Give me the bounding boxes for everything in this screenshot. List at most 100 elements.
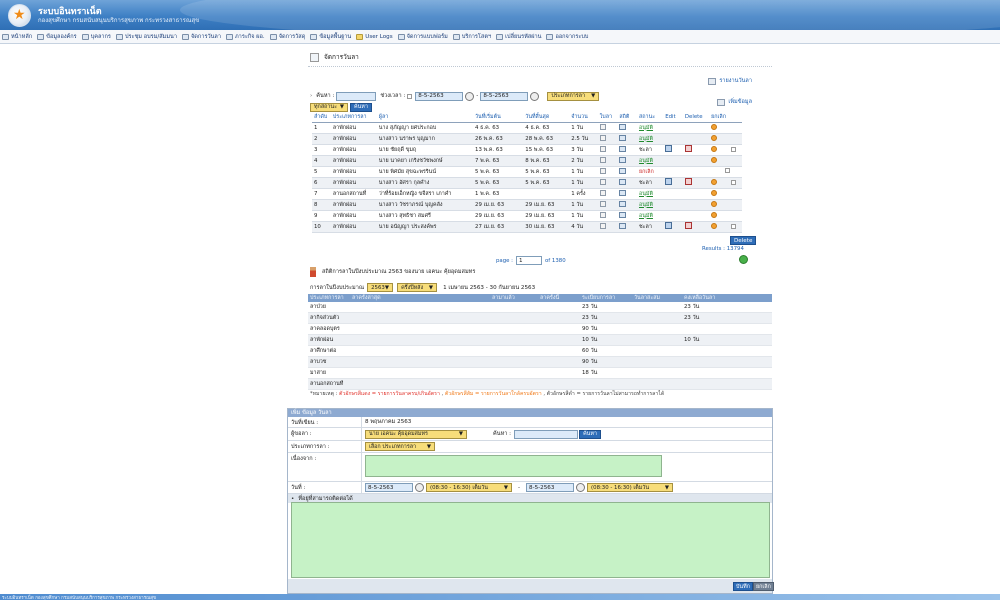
stats-icon[interactable] — [619, 156, 627, 163]
status-badge[interactable]: อนุมัติ — [639, 213, 653, 219]
row-checkbox[interactable] — [731, 179, 737, 185]
document-icon[interactable] — [599, 145, 606, 152]
form-search-button[interactable]: ค้นหา — [579, 429, 601, 439]
period-checkbox[interactable] — [407, 93, 413, 99]
edit-icon[interactable] — [665, 178, 673, 185]
menu-item[interactable]: บุคลากร — [81, 33, 111, 41]
menu-item[interactable]: จัดการแบบฟอร์ม — [397, 33, 448, 41]
menu-item[interactable]: ออกจากระบบ — [546, 33, 588, 41]
document-icon[interactable] — [599, 134, 606, 141]
status-select[interactable]: ทุกสถานะ ▼ — [310, 102, 348, 112]
date-from-input[interactable]: 8-5-2563 — [415, 91, 464, 101]
cancel-icon[interactable] — [711, 200, 718, 207]
column-header[interactable]: ใบลา — [597, 113, 618, 123]
column-header[interactable]: Delete — [682, 113, 710, 123]
save-button[interactable]: บันทึก — [733, 582, 753, 591]
document-icon[interactable] — [599, 123, 606, 130]
document-icon[interactable] — [599, 222, 606, 229]
menu-item[interactable]: เปลี่ยนรหัสผ่าน — [496, 33, 541, 41]
menu-item[interactable]: ประชุม อบรม/สัมมนา — [115, 33, 177, 41]
stats-icon[interactable] — [619, 200, 627, 207]
menu-item[interactable]: ข้อมูลพื้นฐาน — [310, 33, 351, 41]
date-to-input[interactable]: 8-5-2563 — [480, 91, 529, 101]
leaver-select[interactable]: นาย เอคนะ คุ้ยอุดมสมทร ▼ — [365, 429, 467, 439]
cancel-icon[interactable] — [711, 156, 718, 163]
menu-item[interactable]: หน้าหลัก — [2, 33, 32, 41]
document-icon[interactable] — [599, 189, 606, 196]
status-badge[interactable]: อนุมัติ — [639, 125, 653, 131]
form-date-from-input[interactable]: 8-5-2563 — [365, 483, 413, 492]
document-icon[interactable] — [599, 178, 606, 185]
to-time-select[interactable]: (08:30 - 16:30) เต็มวัน ▼ — [587, 483, 674, 492]
status-badge[interactable]: อนุมัติ — [639, 158, 653, 164]
refresh-icon[interactable] — [739, 255, 748, 264]
cancel-icon[interactable] — [711, 189, 718, 196]
page-input[interactable]: 1 — [516, 256, 542, 265]
form-leave-type-select[interactable]: เลือก ประเภทการลา ▼ — [365, 442, 435, 451]
stats-icon[interactable] — [619, 178, 627, 185]
contact-textarea[interactable] — [291, 502, 770, 578]
report-link[interactable]: รายงานวันลา — [708, 77, 752, 85]
cancel-icon[interactable] — [711, 222, 718, 229]
edit-icon[interactable] — [665, 145, 673, 152]
reason-textarea[interactable] — [365, 455, 662, 477]
column-header[interactable]: ผู้ลา — [376, 113, 474, 123]
stats-icon[interactable] — [619, 211, 627, 218]
column-header[interactable]: วันที่สิ้นสุด — [523, 113, 570, 123]
menu-item[interactable]: ภาระกิจ ผอ. — [226, 33, 265, 41]
cancel-icon[interactable] — [711, 145, 718, 152]
column-header[interactable]: สถิติ — [617, 113, 637, 123]
stats-icon[interactable] — [619, 167, 627, 174]
status-badge[interactable]: อนุมัติ — [639, 191, 653, 197]
row-checkbox[interactable] — [731, 223, 737, 229]
edit-icon[interactable] — [665, 222, 673, 229]
stats-icon[interactable] — [619, 189, 627, 196]
delete-icon[interactable] — [684, 178, 692, 185]
date-picker-icon[interactable] — [576, 483, 586, 492]
search-button[interactable]: ค้นหา — [350, 102, 372, 112]
row-checkbox[interactable] — [725, 168, 731, 173]
column-header[interactable]: วันที่เริ่มต้น — [473, 113, 524, 123]
note-orange: ตัวอักษรสีส้ม = รายการวันลาใกล้ครบอัตรา — [444, 391, 542, 397]
half-year-select[interactable]: ครึ่งปีหลัง ▼ — [397, 283, 438, 292]
column-header[interactable]: ยกเลิก — [709, 113, 742, 123]
fiscal-year-select[interactable]: 2563 ▼ — [367, 283, 394, 292]
from-time-select[interactable]: (08:30 - 16:30) เต็มวัน ▼ — [426, 483, 512, 492]
search-input[interactable] — [336, 91, 377, 101]
cancel-icon[interactable] — [711, 211, 718, 218]
delete-selected-button[interactable]: Delete — [730, 236, 757, 245]
form-search-input[interactable] — [514, 429, 579, 439]
form-date-to-input[interactable]: 8-5-2563 — [526, 483, 575, 492]
document-icon[interactable] — [599, 156, 606, 163]
document-icon[interactable] — [599, 167, 606, 174]
menu-item[interactable]: User Logs — [356, 33, 393, 40]
menu-item[interactable]: จัดการวัสดุ — [269, 33, 305, 41]
cancel-icon[interactable] — [711, 134, 718, 141]
date-picker-icon[interactable] — [530, 91, 540, 101]
cancel-icon[interactable] — [711, 178, 718, 185]
menu-item[interactable]: ข้อมูลองค์กร — [37, 33, 77, 41]
stats-icon[interactable] — [619, 123, 627, 130]
column-header[interactable]: ลำดับ — [312, 113, 331, 123]
column-header[interactable]: ประเภทการลา — [330, 113, 377, 123]
document-icon[interactable] — [599, 200, 606, 207]
menu-item[interactable]: บริการโสตฯ — [452, 33, 491, 41]
column-header[interactable]: Edit — [663, 113, 683, 123]
date-picker-icon[interactable] — [465, 91, 475, 101]
delete-icon[interactable] — [684, 145, 692, 152]
stats-icon[interactable] — [619, 145, 627, 152]
row-checkbox[interactable] — [731, 146, 737, 152]
stats-icon[interactable] — [619, 222, 627, 229]
cancel-button[interactable]: ยกเลิก — [753, 582, 774, 591]
column-header[interactable]: สถานะ — [636, 113, 664, 123]
cancel-icon[interactable] — [711, 123, 718, 130]
menu-item[interactable]: จัดการวันลา — [182, 33, 221, 41]
column-header[interactable]: จำนวน — [569, 113, 598, 123]
leave-type-select[interactable]: ประเภทการลา ▼ — [547, 91, 600, 101]
stats-icon[interactable] — [619, 134, 627, 141]
delete-icon[interactable] — [684, 222, 692, 229]
date-picker-icon[interactable] — [415, 483, 424, 492]
status-badge[interactable]: อนุมัติ — [639, 136, 653, 142]
document-icon[interactable] — [599, 211, 606, 218]
status-badge[interactable]: อนุมัติ — [639, 202, 653, 208]
